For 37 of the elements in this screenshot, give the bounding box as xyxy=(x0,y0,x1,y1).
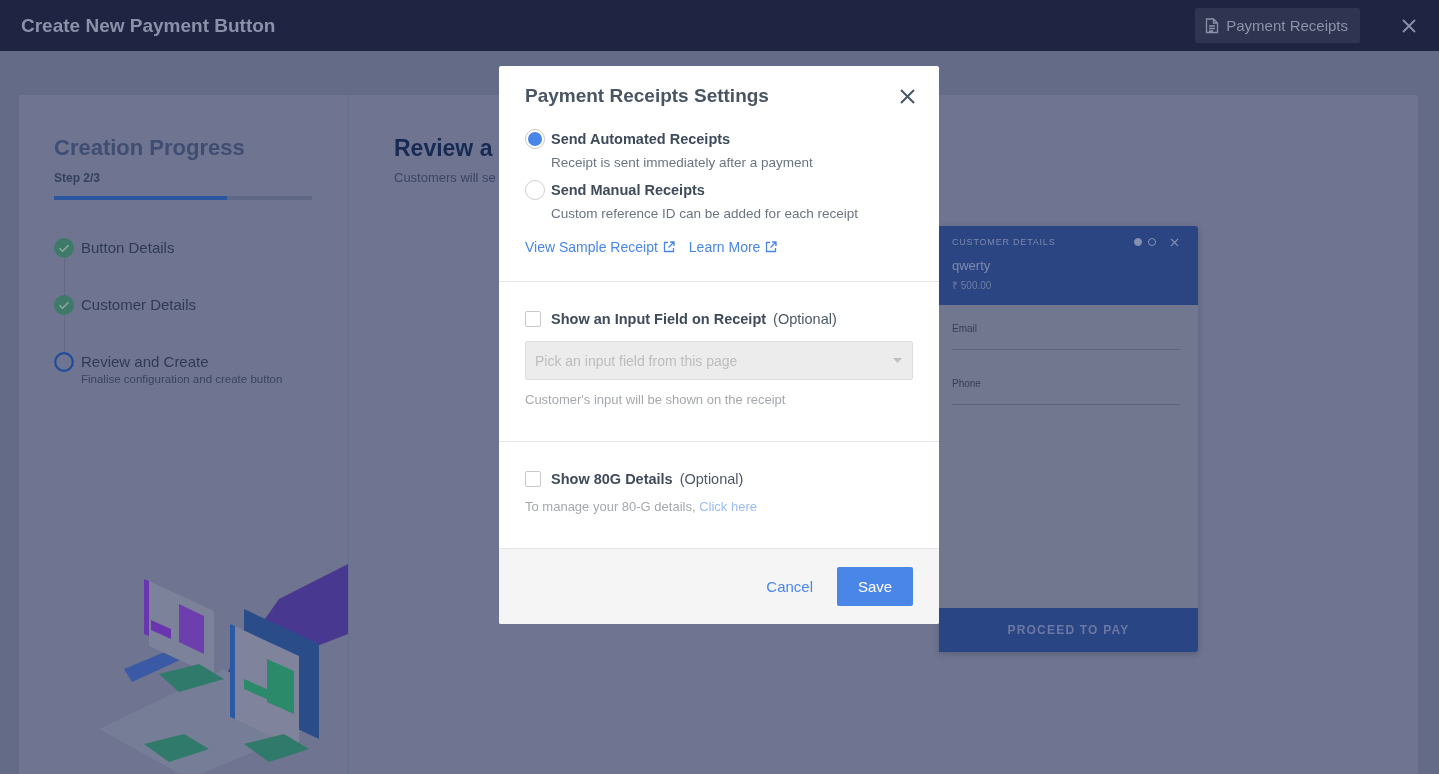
option-description: Custom reference ID can be added for each receipt xyxy=(551,206,858,221)
external-link[interactable]: View Sample Receipt xyxy=(525,239,675,255)
close-icon[interactable] xyxy=(1402,18,1416,33)
optional-label: (Optional) xyxy=(773,311,837,327)
amount-text: ₹ 500.00 xyxy=(952,279,993,292)
checkbox-label[interactable]: Show an Input Field on Receipt xyxy=(551,311,767,327)
form-field[interactable]: Phone xyxy=(952,378,1180,405)
step-label[interactable]: Customer Details xyxy=(81,295,197,315)
document-icon xyxy=(1205,17,1220,34)
option-label[interactable]: Send Manual Receipts xyxy=(551,182,858,198)
save-button[interactable]: Save xyxy=(837,567,913,606)
external-link-icon xyxy=(765,241,778,253)
customer-name: qwerty xyxy=(952,258,992,273)
step-label[interactable]: Review and Create xyxy=(81,352,283,372)
step-label[interactable]: Button Details xyxy=(81,238,175,258)
optional-label: (Optional) xyxy=(679,471,744,487)
checkbox[interactable] xyxy=(525,311,541,327)
hint-text: To manage your 80-G details, Click here xyxy=(525,499,758,514)
preview-heading: CUSTOMER DETAILS xyxy=(952,237,1056,247)
external-link[interactable]: Learn More xyxy=(688,239,778,255)
proceed-to-pay-button[interactable]: PROCEED TO PAY xyxy=(939,608,1198,652)
dialog-title: Payment Receipts Settings xyxy=(525,85,769,107)
external-link-icon xyxy=(662,241,675,253)
close-icon[interactable] xyxy=(900,88,915,104)
step-counter: Step 2/3 xyxy=(54,171,102,185)
option-label[interactable]: Send Automated Receipts xyxy=(551,131,813,147)
section-title: Review a xyxy=(394,135,493,162)
cancel-button[interactable]: Cancel xyxy=(766,578,813,595)
payment-receipts-button[interactable]: Payment Receipts xyxy=(1195,8,1360,43)
checkbox-label[interactable]: Show 80G Details xyxy=(551,471,673,487)
hint-text: Customer's input will be shown on the receipt xyxy=(525,392,787,407)
dropdown-caret-icon xyxy=(893,358,902,363)
page-title: Create New Payment Button xyxy=(21,14,276,37)
form-field[interactable]: Email xyxy=(952,323,1180,350)
click-here-link[interactable]: Click here xyxy=(699,499,757,514)
option-description: Receipt is sent immediately after a payment xyxy=(551,155,813,170)
checkbox[interactable] xyxy=(525,471,541,487)
